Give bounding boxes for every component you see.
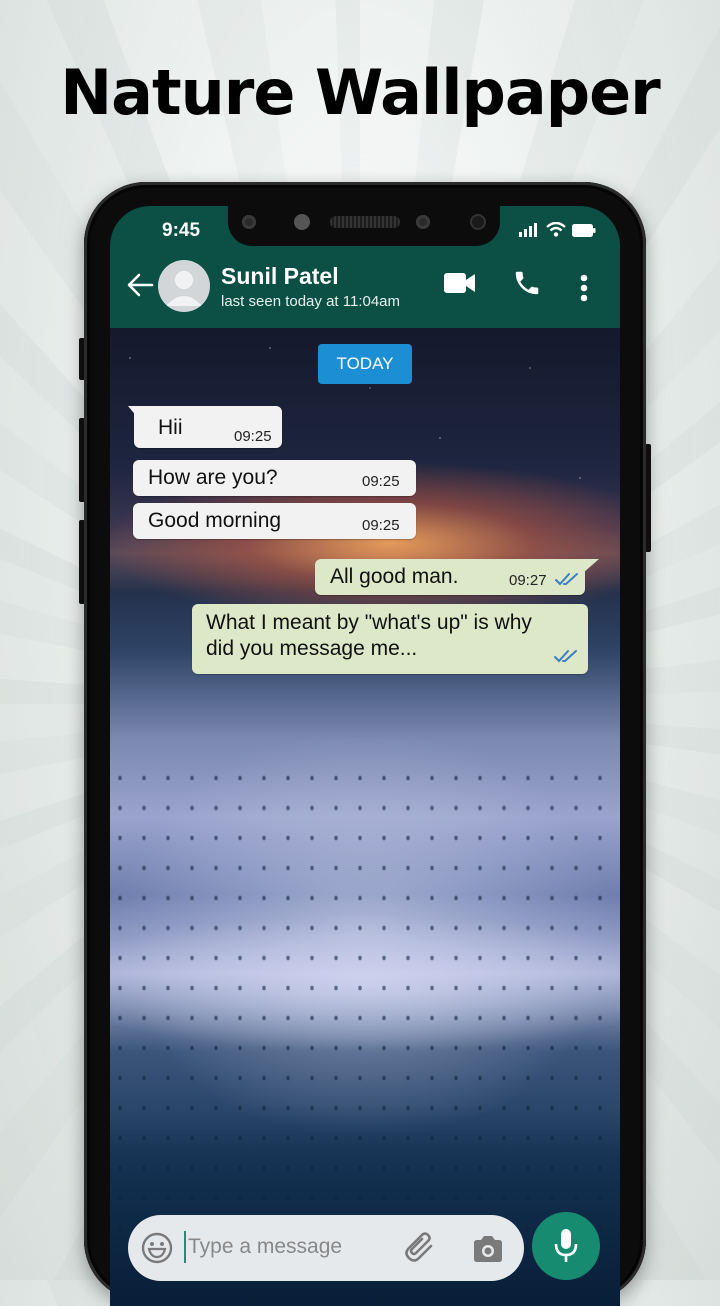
proximity-sensor-icon [470, 214, 486, 230]
message-time: 09:25 [362, 517, 400, 534]
message-incoming[interactable]: How are you? 09:25 [133, 460, 416, 496]
message-outgoing[interactable]: All good man. 09:27 [315, 559, 599, 595]
front-camera-icon [294, 214, 310, 230]
message-text-line-2: did you message me... [206, 637, 418, 660]
video-call-icon[interactable] [444, 272, 476, 294]
read-receipt-icon [555, 573, 578, 586]
read-receipt-icon [554, 650, 577, 663]
last-seen-status: last seen today at 11:04am [221, 293, 401, 310]
arrow-left-icon[interactable] [126, 272, 154, 298]
person-icon [166, 271, 202, 306]
message-incoming[interactable]: Good morning 09:25 [133, 503, 416, 539]
camera-icon[interactable] [472, 1235, 504, 1263]
message-incoming[interactable]: Hii 09:25 [128, 406, 282, 448]
message-text: Hii [158, 416, 183, 439]
battery-icon [572, 224, 596, 237]
bubble-tail [583, 559, 599, 573]
contact-name[interactable]: Sunil Patel [221, 263, 339, 290]
sensor-icon [242, 215, 256, 229]
emoji-icon[interactable] [141, 1232, 173, 1264]
message-text: Good morning [148, 509, 282, 532]
paperclip-icon[interactable] [404, 1231, 438, 1265]
sensor-icon [416, 215, 430, 229]
contact-avatar[interactable] [158, 260, 210, 312]
message-composer[interactable]: Type a message [128, 1215, 524, 1281]
message-outgoing[interactable]: What I meant by "what's up" is why did y… [192, 604, 588, 674]
microphone-icon [554, 1229, 578, 1262]
message-time: 09:25 [362, 473, 400, 490]
message-text-line-1: What I meant by "what's up" is why [206, 611, 532, 634]
text-caret [184, 1231, 186, 1263]
message-time: 09:27 [509, 572, 547, 589]
bubble-tail [128, 406, 138, 418]
earpiece-speaker [330, 216, 400, 228]
promo-headline: Nature Wallpaper [60, 56, 660, 129]
date-badge: TODAY [318, 344, 412, 384]
phone-screen: 9:45 Sunil Patel last seen today at 11:0… [110, 206, 620, 1306]
more-vert-icon[interactable] [580, 274, 588, 302]
wifi-icon [546, 222, 566, 237]
signal-icon [519, 223, 537, 237]
voice-message-button[interactable] [532, 1212, 600, 1280]
message-input-placeholder[interactable]: Type a message [188, 1235, 342, 1259]
phone-notch [228, 206, 500, 246]
chat-header: Sunil Patel last seen today at 11:04am [110, 246, 620, 328]
phone-icon[interactable] [512, 268, 542, 298]
message-time: 09:25 [234, 428, 272, 445]
chat-area: TODAY Hii 09:25 How are you? 09:25 Good … [110, 328, 620, 1306]
status-icons [518, 222, 596, 237]
status-time: 9:45 [162, 220, 201, 241]
message-text: All good man. [330, 565, 459, 588]
message-text: How are you? [148, 466, 278, 489]
